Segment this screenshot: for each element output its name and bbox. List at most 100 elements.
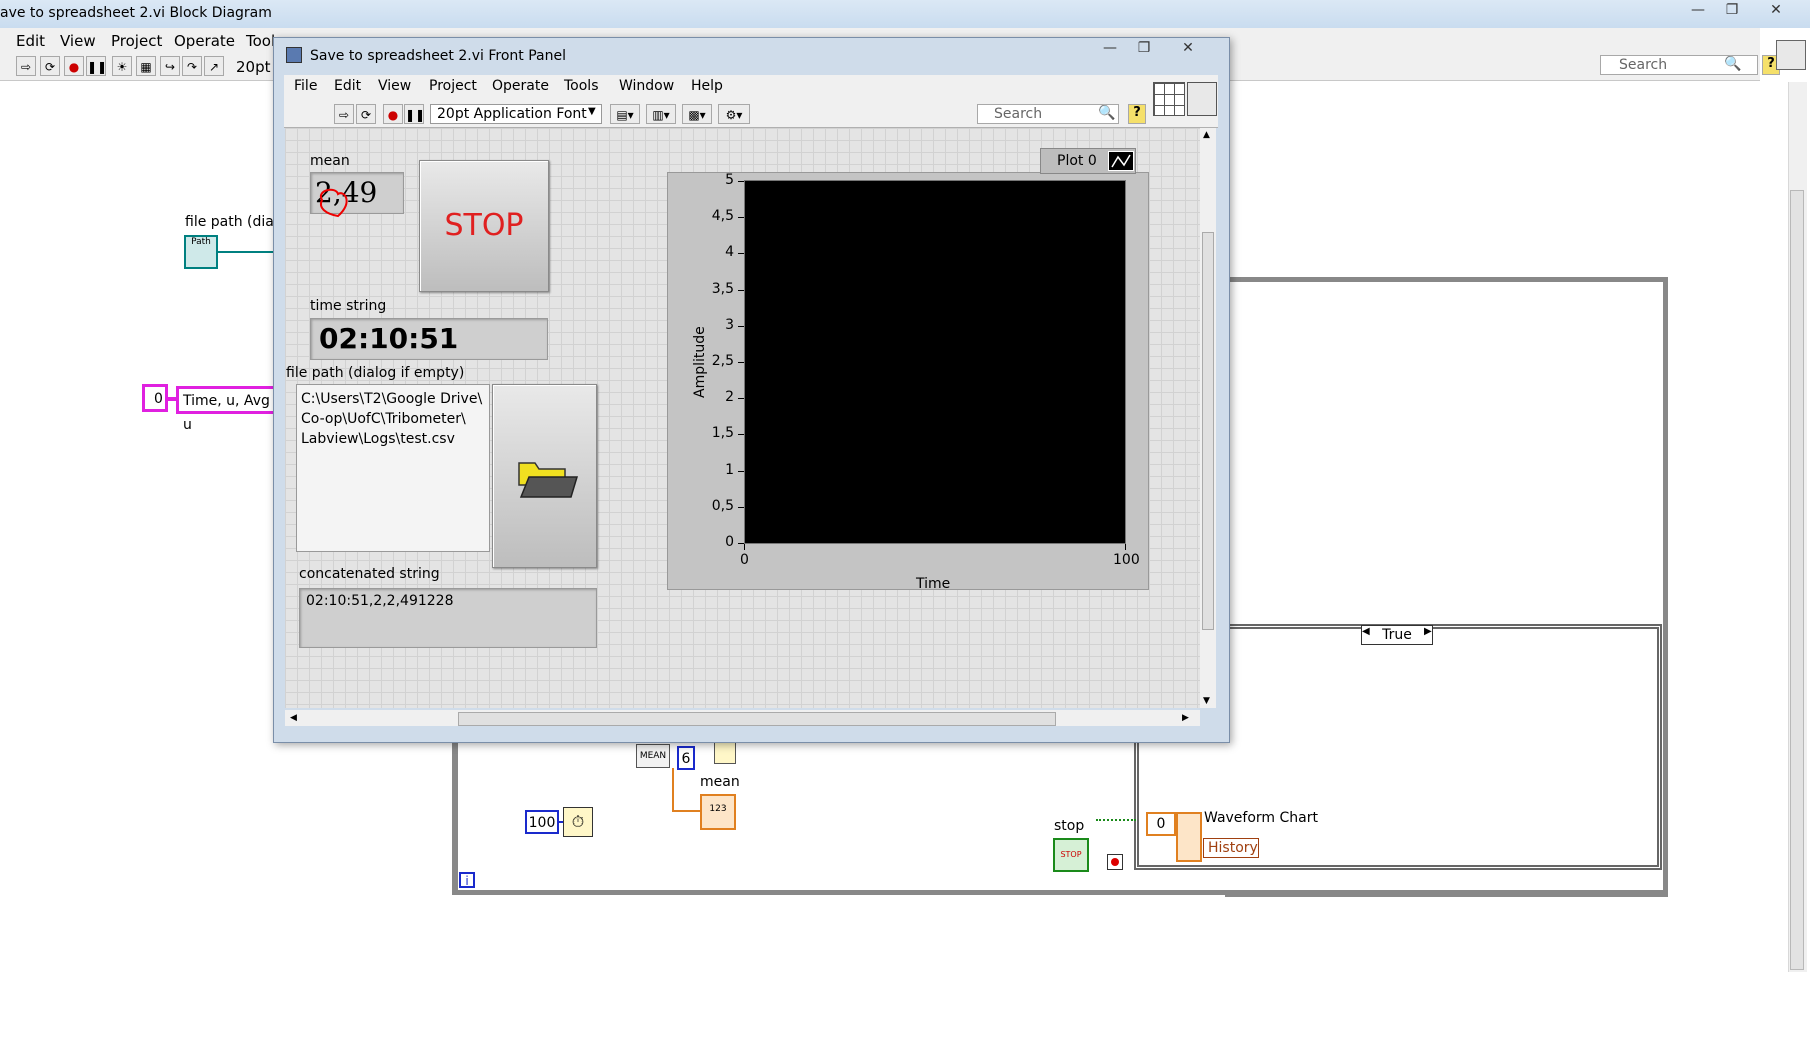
fp-menubar (284, 75, 1218, 101)
stop-button-terminal[interactable]: STOP (1053, 838, 1089, 872)
fp-menu-help[interactable]: Help (691, 78, 723, 94)
run-arrow-icon[interactable]: ⇨ (16, 56, 36, 76)
fp-menu-view[interactable]: View (378, 78, 411, 94)
stop-terminal-text: STOP (1060, 850, 1082, 859)
bd-menu-tools[interactable]: Tool (246, 32, 275, 50)
fp-pause-icon[interactable]: ❚❚ (404, 104, 425, 124)
path-terminal-text: Path (191, 237, 211, 247)
chart-index-constant[interactable]: 0 (1146, 812, 1176, 836)
bd-close-button[interactable]: ✕ (1756, 2, 1796, 22)
y-tick-label: 1 (725, 461, 734, 478)
fp-menu-project[interactable]: Project (429, 78, 477, 94)
case-increment-icon[interactable]: ▶ (1424, 626, 1432, 637)
bd-menu-edit[interactable]: Edit (16, 32, 45, 50)
retain-wire-values-icon[interactable]: ▦ (136, 56, 156, 76)
connector-pane-icon[interactable] (1153, 82, 1185, 116)
fp-menu-operate[interactable]: Operate (492, 78, 549, 94)
mean-indicator-terminal[interactable]: 123 (700, 794, 736, 830)
file-path-control[interactable]: C:\Users\T2\Google Drive\ Co-op\UofC\Tri… (296, 384, 490, 552)
pause-icon[interactable]: ❚❚ (86, 56, 107, 76)
stop-button[interactable]: STOP (419, 160, 549, 292)
highlight-execution-icon[interactable]: ☀ (112, 56, 132, 76)
y-tick-mark (738, 398, 744, 400)
header-string-constant[interactable]: Time, u, Avg u (176, 386, 276, 433)
fp-minimize-button[interactable]: — (1094, 40, 1126, 60)
time-string-indicator: 02:10:51 (310, 318, 548, 360)
mean-wire-vertical (672, 768, 674, 812)
waveform-chart-terminal[interactable] (1176, 812, 1202, 862)
bd-menu-project[interactable]: Project (111, 32, 162, 50)
resize-objects-icon[interactable]: ▩▾ (682, 104, 712, 124)
fp-menu-tools[interactable]: Tools (564, 78, 599, 94)
y-tick-label: 3 (725, 316, 734, 333)
index-constant[interactable]: 0 (142, 384, 168, 412)
plot-legend-swatch[interactable] (1108, 151, 1134, 171)
digits-constant[interactable]: 6 (677, 746, 695, 770)
abort-icon[interactable]: ● (64, 56, 84, 76)
y-tick-mark (738, 506, 744, 508)
loop-condition-terminal[interactable] (1107, 854, 1123, 870)
stop-terminal-label: stop (1054, 818, 1085, 834)
fp-scroll-down-icon[interactable]: ▼ (1203, 696, 1210, 706)
y-tick-mark (738, 289, 744, 291)
loop-iteration-terminal[interactable]: i (459, 872, 475, 888)
case-selector[interactable]: True (1361, 625, 1433, 645)
fp-scroll-right-icon[interactable]: ▶ (1182, 713, 1189, 723)
history-property-node[interactable]: History (1203, 838, 1259, 858)
reorder-icon[interactable]: ⚙▾ (718, 104, 750, 124)
fp-vertical-scroll-thumb[interactable] (1202, 232, 1214, 630)
bd-menu-view[interactable]: View (60, 32, 96, 50)
y-tick-mark (738, 362, 744, 363)
fp-run-arrow-icon[interactable]: ⇨ (334, 104, 354, 124)
fp-menu-edit[interactable]: Edit (334, 78, 361, 94)
step-into-icon[interactable]: ↪ (160, 56, 180, 76)
file-path-line: C:\Users\T2\Google Drive\ (301, 391, 483, 407)
step-over-icon[interactable]: ↷ (182, 56, 202, 76)
mean-function-node[interactable]: MEAN (636, 744, 670, 768)
line-style-icon (1111, 154, 1131, 168)
fp-font-selector[interactable]: 20pt Application Font (430, 104, 602, 124)
fp-help-icon[interactable]: ? (1128, 104, 1146, 124)
chart-plot-area[interactable] (744, 180, 1126, 544)
path-wire (218, 251, 278, 253)
y-tick-mark (738, 253, 744, 255)
fp-abort-icon[interactable]: ● (383, 104, 403, 124)
number-to-string-node[interactable] (714, 742, 736, 764)
fp-menu-file[interactable]: File (294, 78, 317, 94)
font-dropdown-icon[interactable]: ▼ (588, 106, 596, 117)
fp-run-continuously-icon[interactable]: ⟳ (356, 104, 376, 124)
case-decrement-icon[interactable]: ◀ (1362, 626, 1370, 637)
fp-scroll-up-icon[interactable]: ▲ (1203, 130, 1210, 140)
fp-vi-icon[interactable] (1187, 82, 1217, 116)
fp-close-button[interactable]: ✕ (1172, 40, 1204, 60)
run-continuously-icon[interactable]: ⟳ (40, 56, 60, 76)
fp-maximize-button[interactable]: ❐ (1128, 40, 1160, 60)
wait-ms-constant[interactable]: 100 (525, 810, 559, 834)
x-tick-mark (1125, 544, 1126, 550)
x-tick-label: 100 (1113, 552, 1140, 568)
align-objects-icon[interactable]: ▤▾ (610, 104, 640, 124)
bd-vertical-scroll-thumb[interactable] (1790, 190, 1804, 970)
y-tick-label: 1,5 (711, 425, 734, 442)
stop-wire (1096, 819, 1136, 823)
distribute-objects-icon[interactable]: ▥▾ (646, 104, 676, 124)
y-tick-label: 3,5 (711, 280, 734, 297)
step-out-icon[interactable]: ↗ (204, 56, 224, 76)
fp-search-icon[interactable]: 🔍 (1098, 105, 1115, 121)
time-string-label: time string (310, 298, 387, 314)
y-tick-label: 2,5 (711, 353, 734, 369)
fp-horizontal-scroll-thumb[interactable] (458, 712, 1056, 726)
file-path-terminal[interactable]: Path (184, 235, 218, 269)
front-panel-title: Save to spreadsheet 2.vi Front Panel (310, 48, 566, 64)
bd-menu-operate[interactable]: Operate (174, 32, 235, 50)
y-tick-label: 5 (725, 172, 734, 188)
bd-maximize-button[interactable]: ❐ (1712, 2, 1752, 22)
fp-menu-window[interactable]: Window (619, 78, 674, 94)
file-path-line: Co-op\UofC\Tribometer\ (301, 411, 466, 427)
fp-scroll-left-icon[interactable]: ◀ (290, 713, 297, 723)
bd-search-icon[interactable]: 🔍 (1724, 56, 1741, 72)
red-annotation-circle (319, 188, 348, 218)
wait-timer-icon[interactable]: ⏱ (563, 807, 593, 837)
file-path-label: file path (dialog if empty) (286, 365, 465, 381)
browse-button[interactable] (492, 384, 597, 568)
